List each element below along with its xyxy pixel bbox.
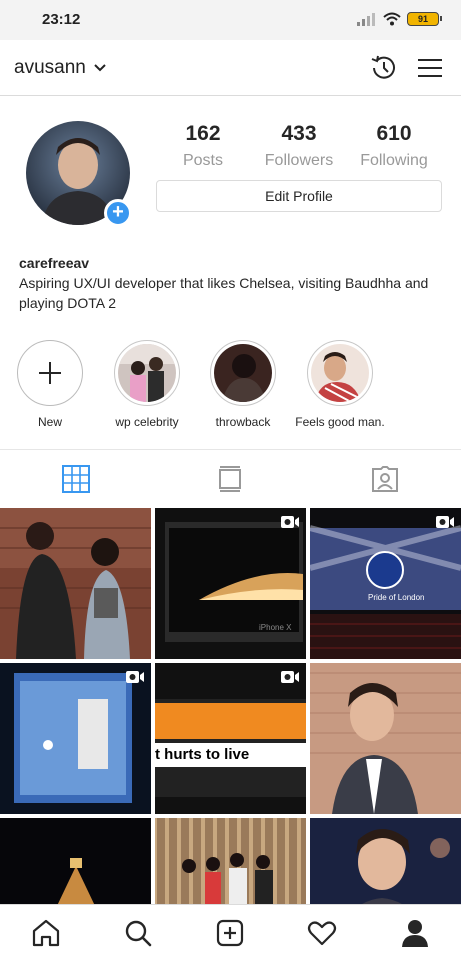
stat-following[interactable]: 610 Following — [344, 122, 444, 170]
grid-video[interactable]: iPhone X — [155, 508, 306, 659]
status-icons: 91 — [357, 12, 442, 26]
profile-avatar[interactable]: + — [26, 121, 132, 227]
signal-icon — [357, 13, 375, 26]
highlight-new[interactable]: New — [5, 340, 95, 429]
stat-posts-count: 162 — [185, 122, 221, 145]
highlight-label: New — [37, 415, 62, 429]
bottom-nav — [0, 904, 461, 960]
profile-icon[interactable] — [399, 917, 431, 949]
grid-icon[interactable] — [62, 465, 90, 493]
video-caption-text: t hurts to live — [155, 743, 306, 767]
stat-followers-label: Followers — [264, 152, 334, 169]
svg-text:iPhone X: iPhone X — [259, 623, 292, 632]
account-switcher[interactable]: avusann — [14, 57, 106, 79]
username: avusann — [14, 57, 86, 78]
feed-icon[interactable] — [216, 465, 244, 493]
bio: carefreeav Aspiring UX/UI developer that… — [19, 253, 439, 313]
stat-followers[interactable]: 433 Followers — [249, 122, 349, 170]
tagged-icon[interactable] — [371, 465, 399, 493]
archive-icon[interactable] — [368, 52, 400, 84]
photo-grid: iPhone X Pride of London t hurts to live — [0, 508, 461, 904]
grid-video[interactable]: Pride of London — [310, 508, 461, 659]
grid-photo[interactable] — [310, 663, 461, 814]
profile-header: avusann — [0, 40, 461, 96]
bio-name: carefreeav — [19, 255, 90, 271]
add-highlight-icon — [17, 340, 83, 406]
video-badge-icon — [436, 516, 454, 528]
stat-posts-label: Posts — [182, 152, 223, 169]
video-badge-icon — [126, 671, 144, 683]
edit-profile-button[interactable]: Edit Profile — [156, 180, 442, 212]
highlight-throwback[interactable]: throwback — [198, 340, 288, 429]
highlight-label: Feels good man. — [295, 415, 385, 429]
wifi-icon — [383, 12, 401, 26]
menu-icon[interactable] — [414, 52, 446, 84]
stat-posts[interactable]: 162 Posts — [153, 122, 253, 170]
stat-following-label: Following — [360, 152, 428, 169]
video-badge-icon — [281, 516, 299, 528]
battery-icon: 91 — [407, 12, 442, 26]
grid-photo[interactable] — [310, 818, 461, 904]
add-post-icon[interactable] — [214, 917, 246, 949]
grid-photo[interactable] — [0, 508, 151, 659]
grid-video[interactable] — [0, 663, 151, 814]
video-badge-icon — [281, 671, 299, 683]
battery-level: 91 — [417, 14, 428, 24]
status-bar: 23:12 91 — [0, 0, 461, 40]
highlight-label: throwback — [215, 415, 271, 429]
highlight-cover — [214, 344, 272, 402]
profile-tabs — [0, 449, 461, 507]
highlight-cover — [118, 344, 176, 402]
bio-text: Aspiring UX/UI developer that likes Chel… — [19, 275, 429, 311]
highlight-feels-good[interactable]: Feels good man. — [295, 340, 385, 429]
svg-text:Pride of London: Pride of London — [368, 593, 425, 602]
stat-followers-count: 433 — [281, 122, 317, 145]
grid-video[interactable]: t hurts to live — [155, 663, 306, 814]
heart-icon[interactable] — [306, 917, 338, 949]
chevron-down-icon — [94, 64, 106, 72]
add-story-badge-icon[interactable]: + — [104, 199, 132, 227]
status-time: 23:12 — [42, 11, 81, 28]
search-icon[interactable] — [122, 917, 154, 949]
highlight-cover — [311, 344, 369, 402]
grid-photo[interactable] — [155, 818, 306, 904]
highlight-wp-celebrity[interactable]: wp celebrity — [102, 340, 192, 429]
stat-following-count: 610 — [376, 122, 412, 145]
highlight-label: wp celebrity — [115, 415, 179, 429]
grid-photo[interactable] — [0, 818, 151, 904]
home-icon[interactable] — [30, 917, 62, 949]
